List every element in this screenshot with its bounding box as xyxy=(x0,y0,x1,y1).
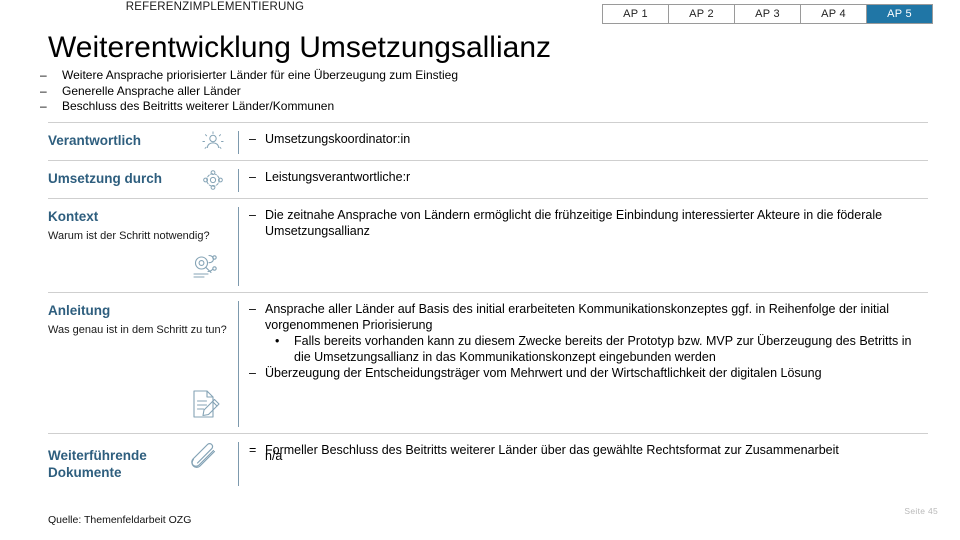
row-label-cell: Umsetzung durch xyxy=(48,161,238,198)
row-label: Kontext xyxy=(48,209,99,224)
bullet-item: – Die zeitnahe Ansprache von Ländern erm… xyxy=(249,207,928,239)
bullet-text: Leistungsverantwortliche:r xyxy=(265,170,411,184)
row-content-cell: – Die zeitnahe Ansprache von Ländern erm… xyxy=(239,199,928,292)
gear-people-icon xyxy=(200,167,226,193)
row-umsetzung-durch: Umsetzung durch – Leistungsverantwortlic… xyxy=(48,160,928,198)
ap-tab-bar[interactable]: AP 1 AP 2 AP 3 AP 4 AP 5 xyxy=(602,4,933,24)
equals-marker: = xyxy=(249,443,257,457)
document-pencil-icon xyxy=(188,387,222,421)
list-item-text: Beschluss des Beitritts weiterer Länder/… xyxy=(62,99,335,113)
bullet-text: Formeller Beschluss des Beitritts weiter… xyxy=(265,443,839,457)
dash-marker: – xyxy=(249,366,256,380)
bullet-text: Umsetzungskoordinator:in xyxy=(265,132,411,146)
bullet-text: Die zeitnahe Ansprache von Ländern ermög… xyxy=(265,208,883,238)
row-sublabel: Was genau ist in dem Schritt zu tun? xyxy=(48,324,227,336)
magnifier-search-icon xyxy=(188,249,222,283)
bullet-item: – Überzeugung der Entscheidungsträger vo… xyxy=(249,365,928,381)
sub-bullet-item: • Falls bereits vorhanden kann zu diesem… xyxy=(275,333,928,365)
row-content-cell: – Ansprache aller Länder auf Basis des i… xyxy=(239,293,928,433)
list-item-text: Generelle Ansprache aller Länder xyxy=(62,83,241,98)
row-content-cell: = Formeller Beschluss des Beitritts weit… xyxy=(239,434,928,492)
row-weiterfuehrende-dokumente: Weiterführende Dokumente = Formeller Bes… xyxy=(48,433,928,492)
row-label-cell: Weiterführende Dokumente xyxy=(48,434,238,492)
overlap-placeholder-text: n/a xyxy=(265,449,283,463)
dash-marker: – xyxy=(249,302,256,316)
dot-marker: • xyxy=(275,334,280,348)
page-title: Weiterentwicklung Umsetzungsallianz xyxy=(48,31,551,64)
dash-marker: – xyxy=(40,68,47,82)
row-anleitung: Anleitung Was genau ist in dem Schritt z… xyxy=(48,292,928,433)
bullet-item: – Umsetzungskoordinator:in xyxy=(249,131,928,147)
row-verantwortlich: Verantwortlich – Umsetzungskoordinator:i… xyxy=(48,122,928,160)
bullet-item: = Formeller Beschluss des Beitritts weit… xyxy=(249,442,928,458)
eyebrow-label: REFERENZIMPLEMENTIERUNG xyxy=(125,1,305,13)
tab-ap-2[interactable]: AP 2 xyxy=(669,5,735,23)
person-network-icon xyxy=(200,129,226,155)
content-rows: Verantwortlich – Umsetzungskoordinator:i… xyxy=(48,122,928,492)
source-note: Quelle: Themenfeldarbeit OZG xyxy=(48,514,192,526)
row-sublabel: Warum ist der Schritt notwendig? xyxy=(48,230,210,242)
paperclip-icon xyxy=(188,442,222,476)
dash-marker: – xyxy=(249,170,256,184)
list-item-text: Weitere Ansprache priorisierter Länder f… xyxy=(62,68,458,82)
tab-ap-1[interactable]: AP 1 xyxy=(603,5,669,23)
bullet-item: – Ansprache aller Länder auf Basis des i… xyxy=(249,301,928,333)
row-label-cell: Verantwortlich xyxy=(48,123,238,160)
dash-marker: – xyxy=(40,99,47,113)
list-item: – Beschluss des Beitritts weiterer Lände… xyxy=(40,99,700,115)
row-label-cell: Anleitung Was genau ist in dem Schritt z… xyxy=(48,293,238,433)
sub-bullet-text: Falls bereits vorhanden kann zu diesem Z… xyxy=(294,334,912,364)
row-content-cell: – Umsetzungskoordinator:in xyxy=(239,123,928,160)
tab-ap-3[interactable]: AP 3 xyxy=(735,5,801,23)
row-kontext: Kontext Warum ist der Schritt notwendig?… xyxy=(48,198,928,292)
list-item: – Weitere Ansprache priorisierter Länder… xyxy=(40,68,700,84)
row-label-cell: Kontext Warum ist der Schritt notwendig? xyxy=(48,199,238,292)
dash-marker: – xyxy=(40,83,47,98)
tab-ap-5[interactable]: AP 5 xyxy=(867,5,932,23)
bullet-text: Überzeugung der Entscheidungsträger vom … xyxy=(265,366,822,380)
bullet-item: – Leistungsverantwortliche:r xyxy=(249,169,928,185)
dash-marker: – xyxy=(249,208,256,222)
tab-ap-4[interactable]: AP 4 xyxy=(801,5,867,23)
intro-list: – Weitere Ansprache priorisierter Länder… xyxy=(40,68,700,115)
dash-marker: – xyxy=(249,132,256,146)
bullet-text: Ansprache aller Länder auf Basis des ini… xyxy=(265,302,889,332)
row-content-cell: – Leistungsverantwortliche:r xyxy=(239,161,928,198)
list-item: – Generelle Ansprache aller Länder xyxy=(40,84,700,100)
row-label: Anleitung xyxy=(48,303,111,318)
page-number: Seite 45 xyxy=(904,506,938,516)
